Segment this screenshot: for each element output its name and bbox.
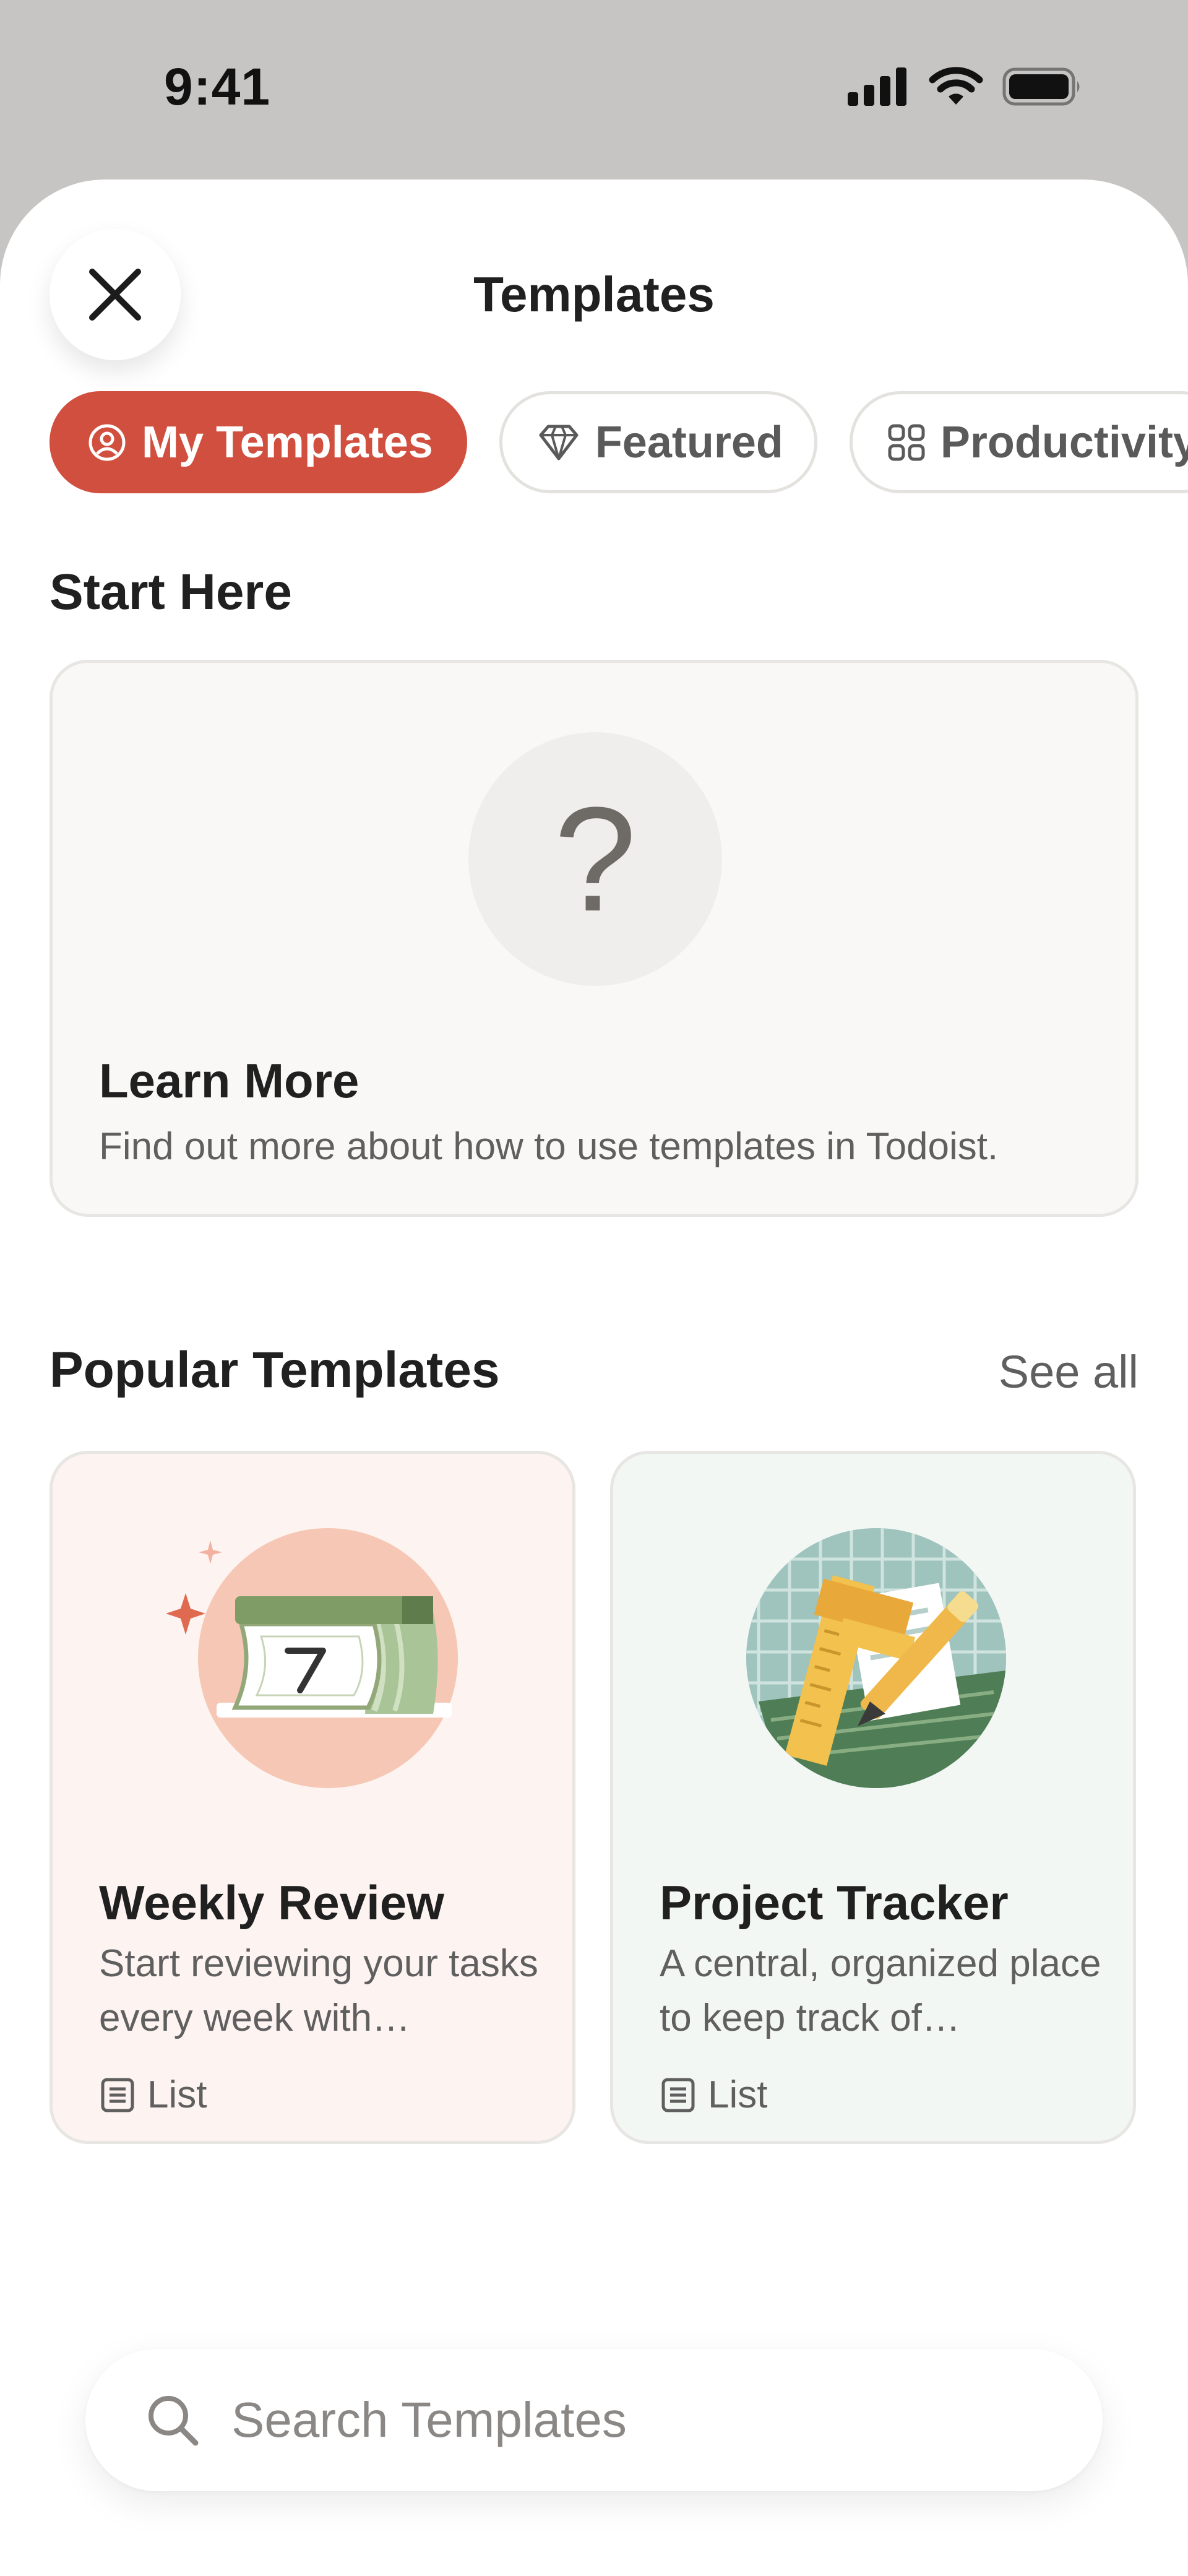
learn-more-title: Learn More [99,1053,359,1108]
battery-icon [1002,67,1080,106]
search-icon [148,2396,199,2446]
template-card-weekly-review[interactable]: Weekly Review Start reviewing your tasks… [50,1451,575,2144]
template-type: List [660,2073,767,2117]
search-bar[interactable] [85,2349,1103,2491]
tab-label: My Templates [142,417,433,467]
template-title: Project Tracker [660,1875,1009,1930]
page-title: Templates [473,267,715,322]
wifi-icon [929,67,983,105]
popular-templates-heading: Popular Templates [50,1342,500,1398]
template-card-project-tracker[interactable]: Project Tracker A central, organized pla… [610,1451,1136,2144]
tab-my-templates[interactable]: My Templates [50,391,467,493]
status-bar: 9:41 [0,0,1188,179]
tab-productivity[interactable]: Productivity [849,391,1188,493]
list-icon [661,2078,695,2112]
gem-icon [539,425,579,460]
list-icon [101,2078,134,2112]
calendar-illustration [166,1528,458,1788]
template-type-label: List [708,2073,768,2116]
status-icons [848,65,1083,108]
template-description: Start reviewing your tasks every week wi… [99,1942,538,2039]
learn-more-description: Find out more about how to use templates… [99,1125,999,1168]
user-circle-icon [88,424,126,460]
cellular-signal-icon [848,67,910,106]
template-tabs: My Templates Featured Productivity [50,391,1188,493]
ruler-pencil-illustration [746,1528,1006,1788]
tab-featured[interactable]: Featured [499,391,817,493]
question-mark-icon: ? [468,732,722,986]
tab-label: Productivity [940,417,1188,467]
grid-icon [888,424,925,460]
template-type-label: List [147,2073,207,2116]
start-here-heading: Start Here [50,564,292,620]
template-description: A central, organized place to keep track… [660,1942,1101,2039]
template-title: Weekly Review [99,1875,444,1930]
search-input[interactable] [231,2392,1036,2448]
see-all-link[interactable]: See all [999,1346,1138,1398]
learn-more-card[interactable]: ? Learn More Find out more about how to … [50,660,1138,1217]
templates-sheet: Templates My Templates Featured Producti… [0,179,1188,2576]
tab-label: Featured [595,417,783,467]
template-type: List [99,2073,207,2117]
status-time: 9:41 [164,58,271,116]
